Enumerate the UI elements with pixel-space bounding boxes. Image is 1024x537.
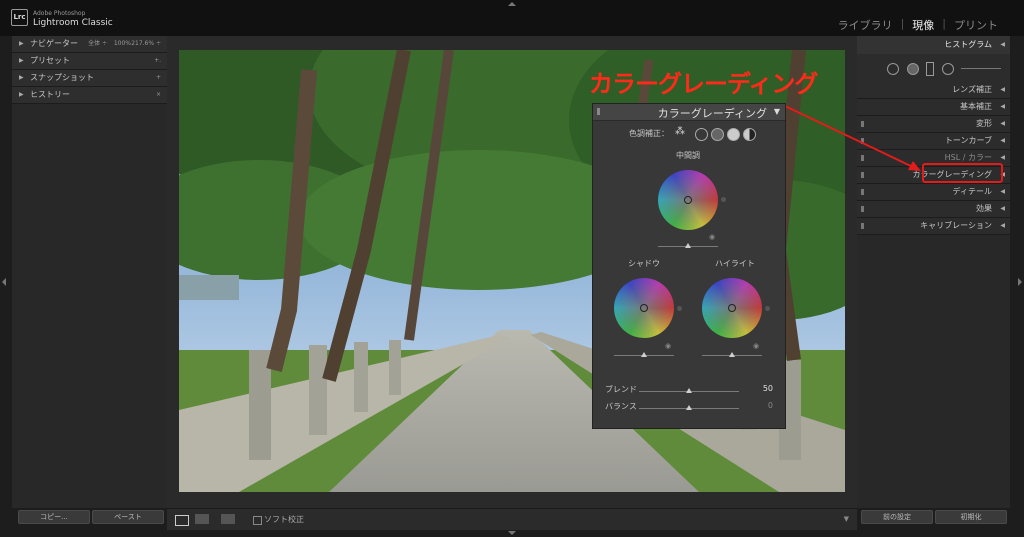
wheel-expand-icon[interactable] xyxy=(721,197,726,202)
eye-icon[interactable]: ◉ xyxy=(665,342,671,350)
slider-knob[interactable] xyxy=(729,352,735,357)
wheel-expand-icon[interactable] xyxy=(677,306,682,311)
midtones-mode-icon[interactable] xyxy=(711,128,724,141)
midtones-label: 中間調 xyxy=(676,151,700,160)
color-grading-title: カラーグレーディング xyxy=(657,107,767,120)
balance-label: バランス xyxy=(605,402,637,411)
blend-value[interactable]: 50 xyxy=(763,384,773,393)
shadows-label: シャドウ xyxy=(628,259,660,268)
color-grading-panel: カラーグレーディング ▼ 色調補正： ⁂ 中間調 ◉ シャドウ ハイライト ◉ … xyxy=(592,103,786,429)
wheel-handle[interactable] xyxy=(728,304,736,312)
annotation-highlight xyxy=(922,163,1003,183)
shadows-wheel[interactable] xyxy=(614,278,674,338)
midtones-luminance-slider[interactable] xyxy=(658,243,718,248)
wheel-handle[interactable] xyxy=(684,196,692,204)
mode-label: 色調補正： xyxy=(629,129,669,138)
highlights-wheel[interactable] xyxy=(702,278,762,338)
collapse-icon[interactable]: ▼ xyxy=(774,107,780,116)
slider-knob[interactable] xyxy=(641,352,647,357)
three-way-icon[interactable]: ⁂ xyxy=(675,126,685,137)
highlights-label: ハイライト xyxy=(715,259,755,268)
annotation-arrow xyxy=(784,105,921,171)
eye-icon[interactable]: ◉ xyxy=(753,342,759,350)
panel-switch-icon[interactable] xyxy=(597,108,600,115)
eye-icon[interactable]: ◉ xyxy=(709,233,715,241)
balance-value[interactable]: 0 xyxy=(768,401,773,410)
highlights-mode-icon[interactable] xyxy=(727,128,740,141)
wheel-expand-icon[interactable] xyxy=(765,306,770,311)
blend-label: ブレンド xyxy=(605,385,637,394)
color-grading-header[interactable]: カラーグレーディング ▼ xyxy=(593,104,785,121)
global-mode-icon[interactable] xyxy=(743,128,756,141)
highlights-luminance-slider[interactable] xyxy=(702,352,762,357)
shadows-mode-icon[interactable] xyxy=(695,128,708,141)
balance-slider[interactable] xyxy=(639,405,739,410)
slider-knob[interactable] xyxy=(685,243,691,248)
shadows-luminance-slider[interactable] xyxy=(614,352,674,357)
slider-knob[interactable] xyxy=(686,388,692,393)
slider-knob[interactable] xyxy=(686,405,692,410)
midtones-wheel[interactable] xyxy=(658,170,718,230)
blend-slider[interactable] xyxy=(639,388,739,393)
wheel-handle[interactable] xyxy=(640,304,648,312)
